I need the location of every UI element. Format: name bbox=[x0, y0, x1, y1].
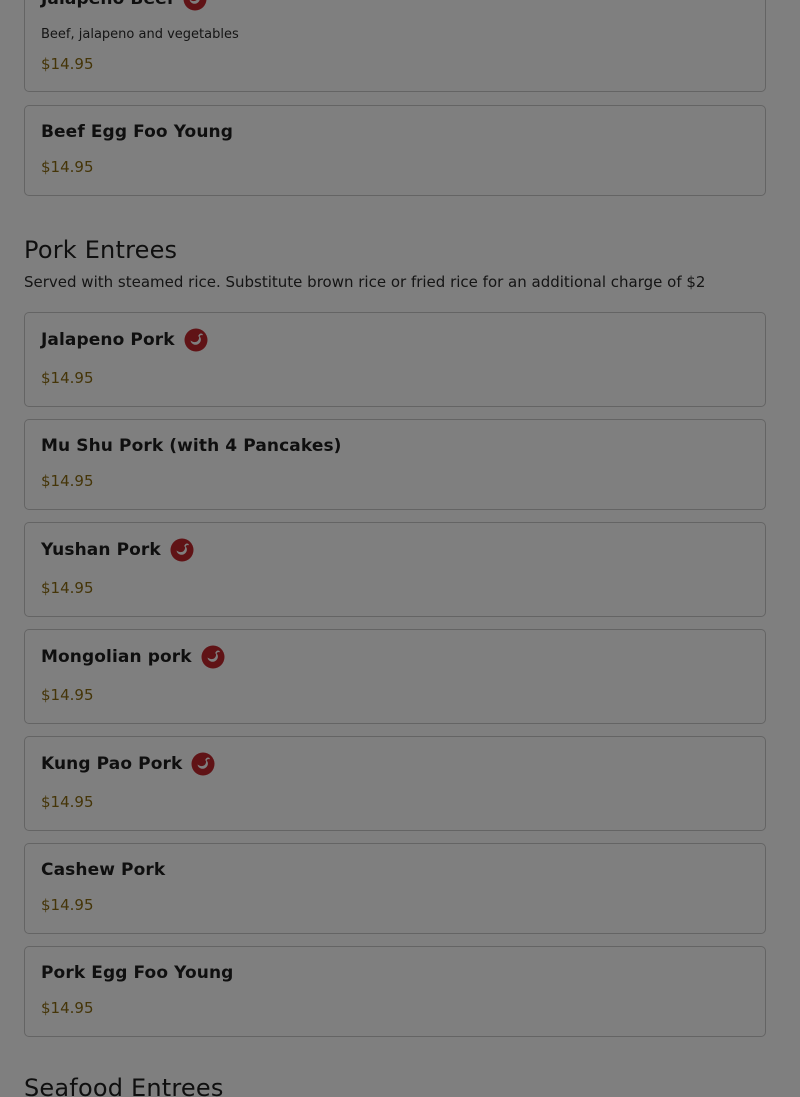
modal-backdrop[interactable] bbox=[0, 0, 800, 1097]
menu-page: Jalapeno Beef Beef, jalapeno and vegetab… bbox=[0, 0, 800, 1097]
